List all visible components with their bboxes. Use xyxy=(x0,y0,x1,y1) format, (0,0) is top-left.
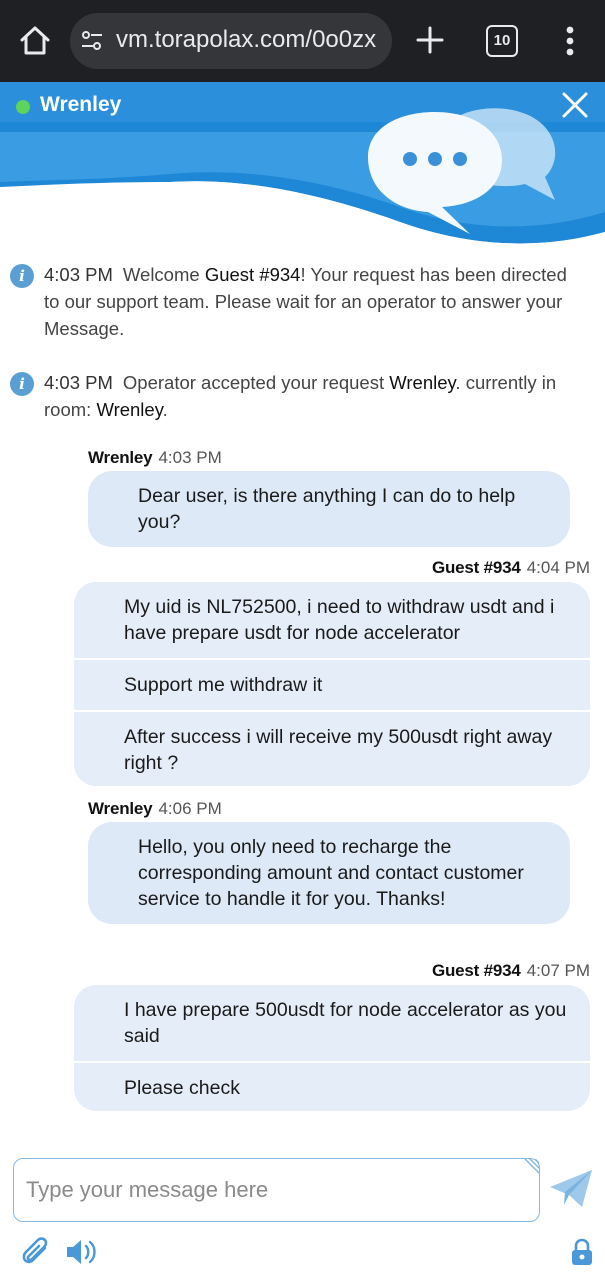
message-time: 4:07 PM xyxy=(526,961,590,980)
system-message-time: 4:03 PM xyxy=(44,264,113,285)
resize-grip-icon[interactable] xyxy=(521,1159,539,1177)
operator-message-bubble: Hello, you only need to recharge the cor… xyxy=(88,822,570,924)
operator-message-bubble: Dear user, is there anything I can do to… xyxy=(88,471,570,547)
online-status-dot xyxy=(16,100,30,114)
sender-name: Guest #934 xyxy=(431,961,521,980)
message-header: Wrenley 4:03 PM xyxy=(88,448,222,468)
message-time: 4:04 PM xyxy=(526,558,590,577)
browser-toolbar: vm.torapolax.com/0o0zx 10 xyxy=(0,0,605,82)
url-text[interactable]: vm.torapolax.com/0o0zx xyxy=(116,26,376,54)
tabs-icon[interactable]: 10 xyxy=(486,25,518,57)
message-time: 4:06 PM xyxy=(158,799,222,818)
home-icon[interactable] xyxy=(14,20,56,62)
guest-message-bubble: Support me withdraw it xyxy=(74,658,590,710)
lock-icon xyxy=(570,1238,594,1266)
info-icon: i xyxy=(10,264,34,288)
message-composer xyxy=(13,1158,540,1222)
system-message-time: 4:03 PM xyxy=(44,372,113,393)
sender-name: Wrenley xyxy=(88,448,153,467)
message-time: 4:03 PM xyxy=(158,448,222,467)
sound-icon[interactable] xyxy=(64,1236,100,1268)
system-message: i 4:03 PM Operator accepted your request … xyxy=(10,369,580,423)
close-icon[interactable] xyxy=(558,88,592,122)
plus-icon[interactable] xyxy=(412,22,448,58)
info-icon: i xyxy=(10,372,34,396)
sender-name: Guest #934 xyxy=(431,558,521,577)
more-vert-icon[interactable] xyxy=(556,22,584,60)
message-header: Wrenley 4:06 PM xyxy=(88,799,222,819)
guest-message-bubble: Please check xyxy=(74,1061,590,1111)
site-settings-icon[interactable] xyxy=(80,29,104,53)
guest-message-bubble: My uid is NL752500, i need to withdraw u… xyxy=(74,582,590,658)
address-bar[interactable]: vm.torapolax.com/0o0zx xyxy=(70,13,392,69)
message-list: i 4:03 PM Welcome Guest #934! Your reques… xyxy=(0,252,605,1152)
message-header: Guest #934 4:07 PM xyxy=(432,961,590,981)
message-input[interactable] xyxy=(26,1173,516,1207)
system-message: i 4:03 PM Welcome Guest #934! Your reques… xyxy=(10,261,580,342)
attach-icon[interactable] xyxy=(18,1234,52,1268)
message-header: Guest #934 4:04 PM xyxy=(432,558,590,578)
sender-name: Wrenley xyxy=(88,799,153,818)
send-icon[interactable] xyxy=(548,1167,594,1211)
guest-message-bubble: I have prepare 500usdt for node accelera… xyxy=(74,985,590,1061)
guest-message-bubble: After success i will receive my 500usdt … xyxy=(74,710,590,786)
agent-name: Wrenley xyxy=(40,93,122,116)
